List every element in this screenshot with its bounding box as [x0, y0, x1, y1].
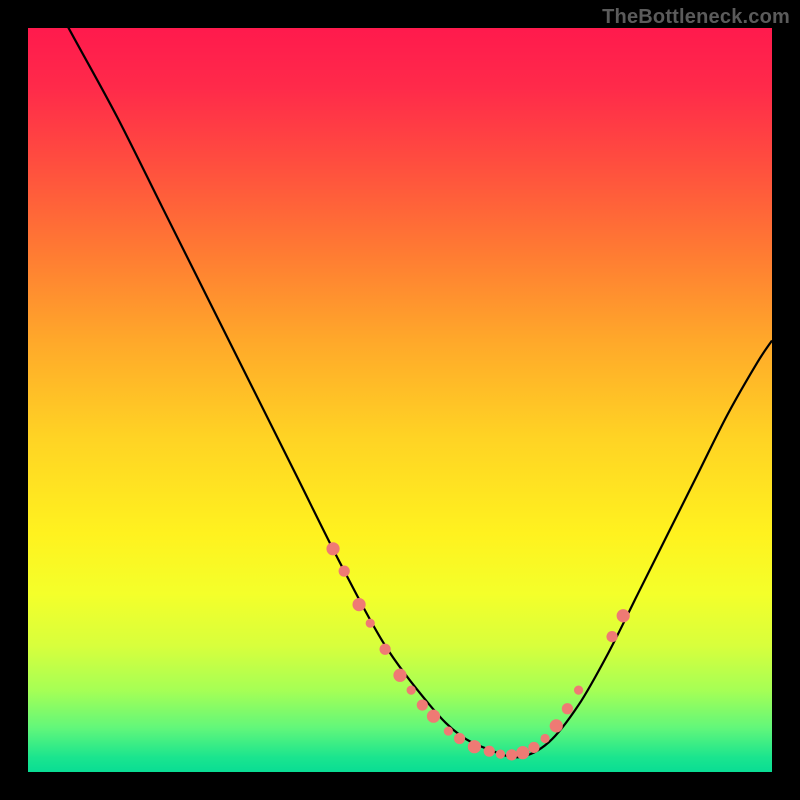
- data-dot: [444, 726, 453, 735]
- data-dots: [326, 542, 629, 760]
- chart-stage: TheBottleneck.com: [0, 0, 800, 800]
- plot-area: [28, 28, 772, 772]
- data-dot: [484, 746, 495, 757]
- data-dot: [393, 669, 406, 682]
- data-dot: [352, 598, 365, 611]
- bottleneck-curve: [28, 0, 772, 757]
- data-dot: [516, 746, 529, 759]
- data-dot: [506, 749, 517, 760]
- data-dot: [454, 733, 465, 744]
- data-dot: [427, 710, 440, 723]
- data-dot: [617, 609, 630, 622]
- watermark-text: TheBottleneck.com: [602, 6, 790, 29]
- data-dot: [540, 734, 549, 743]
- data-dot: [528, 742, 539, 753]
- data-dot: [562, 703, 573, 714]
- data-dot: [407, 686, 416, 695]
- data-dot: [496, 750, 505, 759]
- data-dot: [366, 619, 375, 628]
- data-dot: [606, 631, 617, 642]
- data-dot: [417, 699, 428, 710]
- data-dot: [550, 719, 563, 732]
- data-dot: [326, 542, 339, 555]
- data-dot: [339, 566, 350, 577]
- curve-svg: [28, 28, 772, 772]
- data-dot: [380, 644, 391, 655]
- data-dot: [574, 686, 583, 695]
- data-dot: [468, 740, 481, 753]
